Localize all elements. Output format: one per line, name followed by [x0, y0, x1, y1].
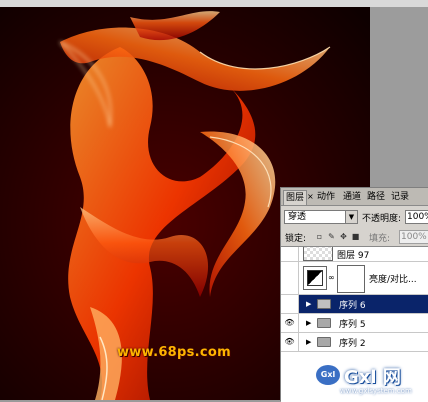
layer-row[interactable]: ∞ 亮度/对比...	[281, 262, 428, 295]
folder-icon	[317, 337, 331, 347]
gxl-logo: Gxl Gxl 网 www.gxlsystem.com	[308, 360, 428, 400]
site-watermark: www.68ps.com	[117, 345, 231, 360]
panel-tabs: 图层 × 动作 通道 路径 记录	[281, 188, 428, 206]
expand-arrow-icon[interactable]: ▶	[306, 338, 311, 346]
layer-name: 亮度/对比...	[369, 275, 417, 285]
tab-history[interactable]: 记录	[389, 190, 411, 204]
opacity-label: 不透明度:	[362, 214, 402, 224]
lock-row: 锁定: ▫ ✎ ✥ ■ 填充: 100%	[281, 229, 428, 245]
lock-pixels-icon[interactable]: ✎	[327, 232, 336, 241]
layer-name: 序列 2	[339, 339, 366, 349]
layer-row-selected[interactable]: 👁 ▶ 序列 6	[281, 295, 428, 314]
gxl-logo-icon: Gxl	[316, 365, 340, 385]
eye-icon: 👁	[284, 299, 295, 308]
visibility-toggle[interactable]	[281, 262, 299, 294]
adjustment-icon	[303, 266, 327, 290]
visibility-toggle[interactable]	[281, 247, 299, 261]
layer-row[interactable]: 👁 ▶ 序列 5	[281, 314, 428, 333]
eye-icon: 👁	[284, 337, 295, 346]
layer-name: 序列 5	[339, 320, 366, 330]
blend-mode-value: 穿透	[288, 212, 307, 222]
opacity-input[interactable]: 100%	[405, 210, 428, 224]
tab-actions[interactable]: 动作	[315, 190, 337, 204]
folder-icon	[317, 318, 331, 328]
layer-name: 序列 6	[339, 301, 366, 311]
gxl-logo-title: Gxl 网	[344, 367, 401, 388]
mask-thumbnail[interactable]	[337, 265, 365, 293]
layer-row[interactable]: 图层 97	[281, 247, 428, 262]
lock-position-icon[interactable]: ✥	[339, 232, 348, 241]
eye-icon: 👁	[284, 318, 295, 327]
chain-link-icon[interactable]: ∞	[328, 273, 335, 282]
chevron-down-icon[interactable]: ▼	[345, 211, 357, 223]
fill-input[interactable]: 100%	[399, 230, 428, 244]
layer-name: 图层 97	[337, 251, 370, 261]
fill-label: 填充:	[369, 234, 391, 244]
blend-mode-select[interactable]: 穿透 ▼	[284, 210, 358, 224]
layer-row[interactable]: 👁 ▶ 序列 2	[281, 333, 428, 352]
tab-paths[interactable]: 路径	[365, 190, 387, 204]
visibility-toggle[interactable]: 👁	[281, 295, 299, 313]
layer-thumbnail	[303, 247, 333, 261]
lock-transparency-icon[interactable]: ▫	[315, 232, 324, 241]
tab-layers[interactable]: 图层	[283, 190, 308, 205]
tab-channels[interactable]: 通道	[341, 190, 363, 204]
blend-row: 穿透 ▼ 不透明度: 100%	[281, 208, 428, 226]
visibility-toggle[interactable]: 👁	[281, 333, 299, 351]
lock-all-icon[interactable]: ■	[351, 232, 360, 241]
gxl-logo-url: www.gxlsystem.com	[340, 387, 412, 395]
expand-arrow-icon[interactable]: ▶	[306, 300, 311, 308]
expand-arrow-icon[interactable]: ▶	[306, 319, 311, 327]
folder-icon	[317, 299, 331, 309]
lock-label: 锁定:	[285, 234, 307, 244]
visibility-toggle[interactable]: 👁	[281, 314, 299, 332]
